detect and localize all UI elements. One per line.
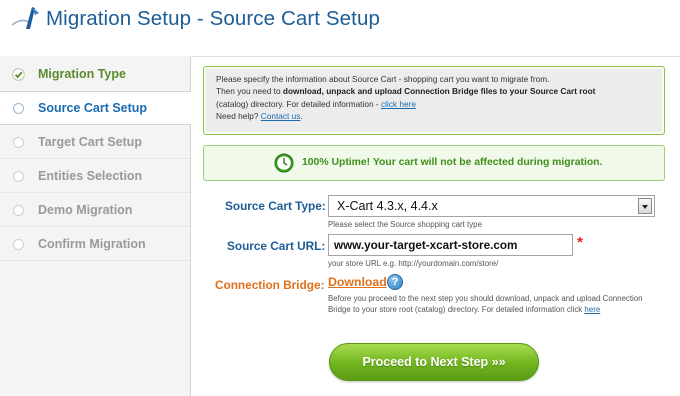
logo-icon bbox=[11, 7, 39, 29]
contact-us-link[interactable]: Contact us bbox=[261, 111, 301, 121]
sidebar-item-label: Source Cart Setup bbox=[38, 101, 148, 115]
source-type-label: Source Cart Type: bbox=[225, 199, 326, 213]
url-input[interactable]: www.your-target-xcart-store.com bbox=[328, 234, 573, 256]
sidebar: Migration Type Source Cart Setup Target … bbox=[0, 56, 191, 396]
info-line-4: Need help? Contact us. bbox=[216, 110, 652, 122]
sidebar-item-label: Demo Migration bbox=[38, 203, 133, 217]
click-here-link[interactable]: click here bbox=[381, 99, 416, 109]
header: Migration Setup - Source Cart Setup bbox=[0, 0, 680, 40]
info-text: Need help? bbox=[216, 110, 261, 121]
url-label: Source Cart URL: bbox=[227, 239, 326, 253]
source-type-hint: Please select the Source shopping cart t… bbox=[328, 220, 482, 229]
sidebar-item-source-cart-setup[interactable]: Source Cart Setup bbox=[0, 91, 191, 125]
step-dot-icon bbox=[13, 136, 24, 148]
info-line-1: Please specify the information about Sou… bbox=[216, 74, 550, 84]
download-link[interactable]: Download bbox=[328, 275, 387, 289]
sidebar-item-migration-type[interactable]: Migration Type bbox=[0, 57, 190, 91]
info-text: . bbox=[300, 110, 303, 121]
help-icon[interactable]: ? bbox=[387, 274, 403, 290]
sidebar-item-label: Migration Type bbox=[38, 67, 126, 81]
source-type-value: X-Cart 4.3.x, 4.4.x bbox=[337, 199, 438, 213]
bridge-description: Before you proceed to the next step you … bbox=[328, 293, 658, 315]
uptime-text: 100% Uptime! Your cart will not be affec… bbox=[302, 157, 603, 168]
info-text: Then you need to bbox=[216, 86, 283, 97]
info-box: Please specify the information about Sou… bbox=[203, 66, 665, 135]
sidebar-item-entities-selection[interactable]: Entities Selection bbox=[0, 159, 190, 193]
info-line-3: (catalog) directory. For detailed inform… bbox=[216, 98, 652, 110]
info-line-2: Then you need to download, unpack and up… bbox=[216, 85, 652, 97]
sidebar-item-demo-migration[interactable]: Demo Migration bbox=[0, 193, 190, 227]
here-link[interactable]: here bbox=[584, 305, 600, 314]
url-value: www.your-target-xcart-store.com bbox=[334, 239, 518, 252]
info-text: (catalog) directory. For detailed inform… bbox=[216, 98, 381, 109]
sidebar-item-label: Target Cart Setup bbox=[38, 135, 142, 149]
main-panel: Please specify the information about Sou… bbox=[190, 56, 680, 396]
chevron-down-icon[interactable] bbox=[638, 198, 652, 214]
page-title: Migration Setup - Source Cart Setup bbox=[46, 7, 380, 30]
sidebar-item-target-cart-setup[interactable]: Target Cart Setup bbox=[0, 125, 190, 159]
check-icon bbox=[12, 67, 25, 81]
step-dot-icon bbox=[13, 238, 24, 250]
sidebar-item-confirm-migration[interactable]: Confirm Migration bbox=[0, 227, 190, 261]
sidebar-item-label: Entities Selection bbox=[38, 169, 143, 183]
proceed-button[interactable]: Proceed to Next Step »» bbox=[329, 343, 539, 381]
source-type-select[interactable]: X-Cart 4.3.x, 4.4.x bbox=[328, 195, 655, 217]
clock-icon bbox=[274, 153, 294, 173]
sidebar-divider bbox=[0, 260, 190, 261]
step-dot-icon bbox=[13, 170, 24, 182]
step-dot-icon bbox=[13, 102, 24, 114]
url-hint: your store URL e.g. http://yourdomain.co… bbox=[328, 259, 499, 268]
info-bold-text: download, unpack and upload Connection B… bbox=[282, 86, 596, 97]
sidebar-item-label: Confirm Migration bbox=[38, 237, 146, 251]
uptime-banner: 100% Uptime! Your cart will not be affec… bbox=[203, 145, 665, 181]
step-dot-icon bbox=[13, 204, 24, 216]
bridge-label: Connection Bridge: bbox=[215, 278, 325, 292]
required-marker: * bbox=[577, 234, 583, 251]
